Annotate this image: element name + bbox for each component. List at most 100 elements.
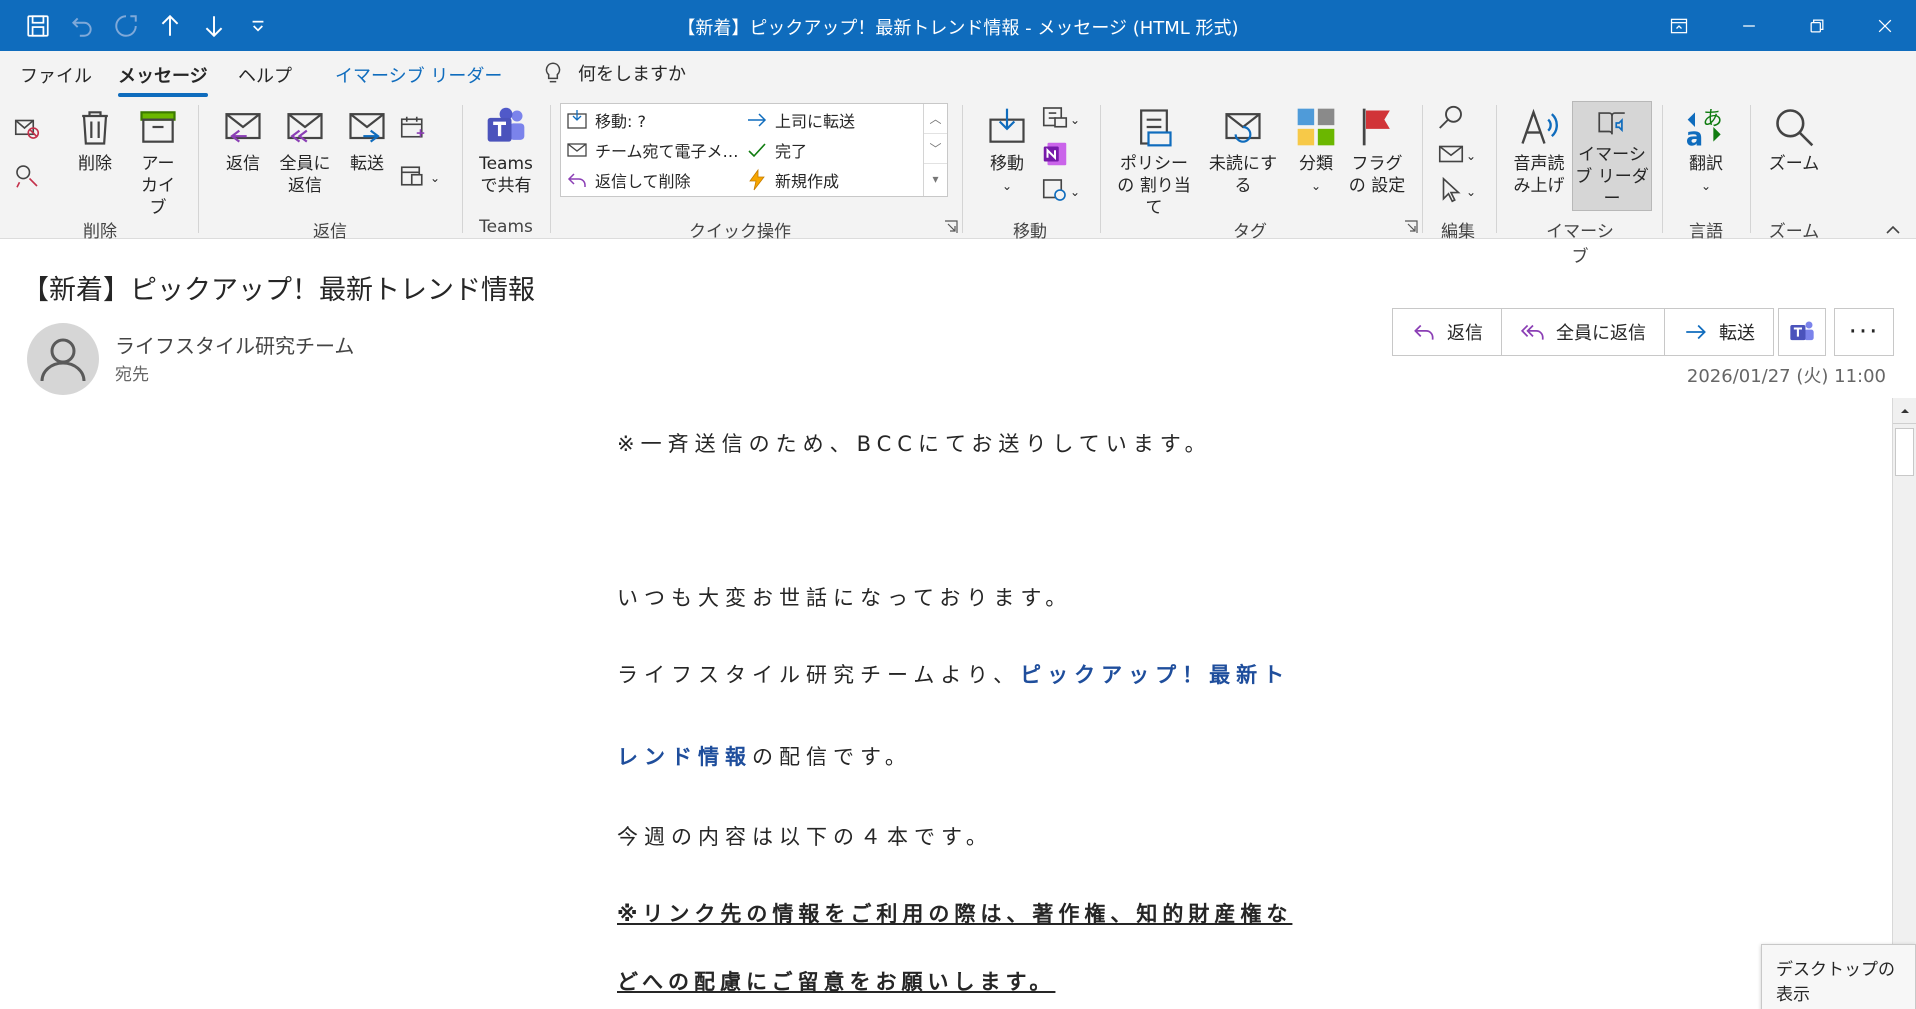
copyright-warning-2: どへの配慮にご留意をお願いします。 <box>617 970 1056 994</box>
more-respond-icon <box>400 166 423 186</box>
group-label-respond: 返信 <box>313 222 347 242</box>
quick-step-move[interactable]: 移動: ? <box>565 108 646 132</box>
teams-icon <box>1790 321 1814 341</box>
quick-steps-gallery: 移動: ? 上司に転送 チーム宛て電子メ… 完了 返信して削除 新規作成 ︿ ﹀… <box>560 103 948 197</box>
tab-immersive-reader[interactable]: イマーシブ リーダー <box>335 62 502 88</box>
more-actions-button[interactable]: ··· <box>1834 308 1894 356</box>
translate-icon: aあ <box>1686 106 1723 149</box>
translate-button[interactable]: aあ 翻訳 ⌄ <box>1678 105 1734 197</box>
inline-teams-button[interactable] <box>1778 308 1826 356</box>
tab-help[interactable]: ヘルプ <box>238 62 292 88</box>
tab-message[interactable]: メッセージ <box>118 62 208 97</box>
cleanup-button[interactable] <box>12 161 42 195</box>
follow-up-flag-button[interactable]: フラグの 設定 <box>1348 105 1406 197</box>
to-label: 宛先 <box>115 365 149 385</box>
copyright-warning-1: ※リンク先の情報をご利用の際は、著作権、知的財産権な <box>617 902 1293 926</box>
quick-step-reply-delete[interactable]: 返信して削除 <box>565 168 691 192</box>
zoom-button[interactable]: ズーム <box>1764 105 1824 175</box>
rules-button[interactable]: ⌄ <box>1040 103 1080 137</box>
reply-icon <box>1414 324 1434 340</box>
group-label-teams: Teams <box>479 217 533 237</box>
archive-icon <box>140 111 176 143</box>
actions-button[interactable]: ⌄ <box>1040 175 1080 209</box>
minimize-icon[interactable] <box>1714 0 1784 51</box>
forward-icon <box>349 113 385 143</box>
calendar-icon <box>400 116 425 138</box>
quick-step-team-email[interactable]: チーム宛て電子メ… <box>565 138 739 162</box>
group-label-quick-steps: クイック操作 <box>689 222 791 242</box>
quick-steps-launcher-icon[interactable] <box>944 220 958 234</box>
immersive-reader-icon <box>1598 112 1625 135</box>
archive-button[interactable]: アー カイブ <box>132 105 184 219</box>
reply-all-button[interactable]: 全員に 返信 <box>278 105 332 197</box>
onenote-icon <box>1043 142 1067 166</box>
immersive-reader-button[interactable]: イマーシ ブ リーダー <box>1572 101 1652 211</box>
inline-forward-button[interactable]: 転送 <box>1665 309 1773 355</box>
collapse-ribbon-icon[interactable] <box>1884 221 1902 239</box>
forward-arrow-icon <box>748 113 767 127</box>
categorize-button[interactable]: 分類 ⌄ <box>1290 105 1342 197</box>
close-icon[interactable] <box>1850 0 1916 51</box>
tags-launcher-icon[interactable] <box>1404 220 1418 234</box>
lightbulb-icon <box>545 62 561 83</box>
forward-button[interactable]: 転送 <box>340 105 394 175</box>
delete-button[interactable]: 削除 <box>72 105 118 175</box>
tab-file[interactable]: ファイル <box>20 62 92 88</box>
message-subject: 【新着】ピックアップ！最新トレンド情報 <box>22 275 535 306</box>
tell-me-search[interactable]: 何をしますか <box>540 60 686 86</box>
bcc-notice: ※一斉送信のため、BCCにてお送りしています。 <box>617 432 1212 456</box>
reply-arrow-icon <box>567 173 586 187</box>
ribbon-display-options-icon[interactable] <box>1644 0 1714 51</box>
vertical-scrollbar[interactable] <box>1892 398 1916 1009</box>
meeting-button[interactable] <box>398 113 428 147</box>
group-label-zoom: ズーム <box>1768 222 1820 242</box>
checkmark-icon <box>748 143 766 158</box>
categorize-icon <box>1297 108 1335 146</box>
trash-icon <box>82 111 108 145</box>
show-desktop-tooltip: デスクトップの表示 <box>1761 944 1916 1009</box>
select-button[interactable]: ⌄ <box>1436 175 1476 209</box>
group-label-delete: 削除 <box>83 222 117 242</box>
quick-steps-down-icon[interactable]: ﹀ <box>924 134 947 164</box>
window-title: 【新着】ピックアップ！最新トレンド情報 - メッセージ (HTML 形式) <box>677 18 1239 39</box>
rules-icon <box>1042 107 1068 128</box>
quick-step-create-new[interactable]: 新規作成 <box>745 168 839 192</box>
inline-reply-button[interactable]: 返信 <box>1393 309 1502 355</box>
teams-icon <box>487 107 525 142</box>
mark-unread-button[interactable]: 未読にする <box>1202 105 1284 197</box>
person-icon <box>40 338 86 382</box>
zoom-icon <box>1776 109 1814 147</box>
email-icon <box>567 143 587 157</box>
ignore-icon <box>14 119 40 139</box>
sender-name[interactable]: ライフスタイル研究チーム <box>115 330 354 359</box>
onenote-button[interactable] <box>1040 139 1070 173</box>
quick-steps-more-icon[interactable]: ▾ <box>924 164 947 194</box>
actions-icon <box>1042 179 1066 201</box>
share-to-teams-button[interactable]: Teams で共有 <box>474 105 538 197</box>
group-label-move: 移動 <box>1013 222 1047 242</box>
inline-reply-all-button[interactable]: 全員に返信 <box>1502 309 1665 355</box>
reply-button[interactable]: 返信 <box>216 105 270 175</box>
lightning-icon <box>749 168 765 191</box>
quick-step-to-manager[interactable]: 上司に転送 <box>745 108 855 132</box>
quick-step-done[interactable]: 完了 <box>745 138 807 162</box>
restore-icon[interactable] <box>1782 0 1852 51</box>
ignore-button[interactable] <box>12 113 42 147</box>
read-aloud-button[interactable]: 音声読 み上げ <box>1508 105 1570 197</box>
more-respond-button[interactable]: ⌄ <box>398 161 440 195</box>
scroll-thumb[interactable] <box>1895 428 1914 476</box>
assign-policy-button[interactable]: ポリシーの 割り当て <box>1112 105 1196 219</box>
related-button[interactable]: ⌄ <box>1436 139 1476 173</box>
policy-icon <box>1140 109 1172 147</box>
newsletter-name-part-1: ピックアップ！最新ト <box>1020 663 1291 687</box>
group-label-tags: タグ <box>1233 222 1267 242</box>
scroll-up-icon[interactable] <box>1893 398 1916 424</box>
reply-icon <box>225 113 261 143</box>
greeting-text: いつも大変お世話になっております。 <box>617 586 1073 610</box>
move-button[interactable]: 移動 ⌄ <box>980 105 1034 197</box>
group-label-immersive: イマーシブ <box>1546 222 1614 267</box>
related-icon <box>1438 145 1464 163</box>
avatar <box>27 323 99 395</box>
quick-steps-up-icon[interactable]: ︿ <box>924 104 947 134</box>
find-button[interactable] <box>1436 103 1466 137</box>
